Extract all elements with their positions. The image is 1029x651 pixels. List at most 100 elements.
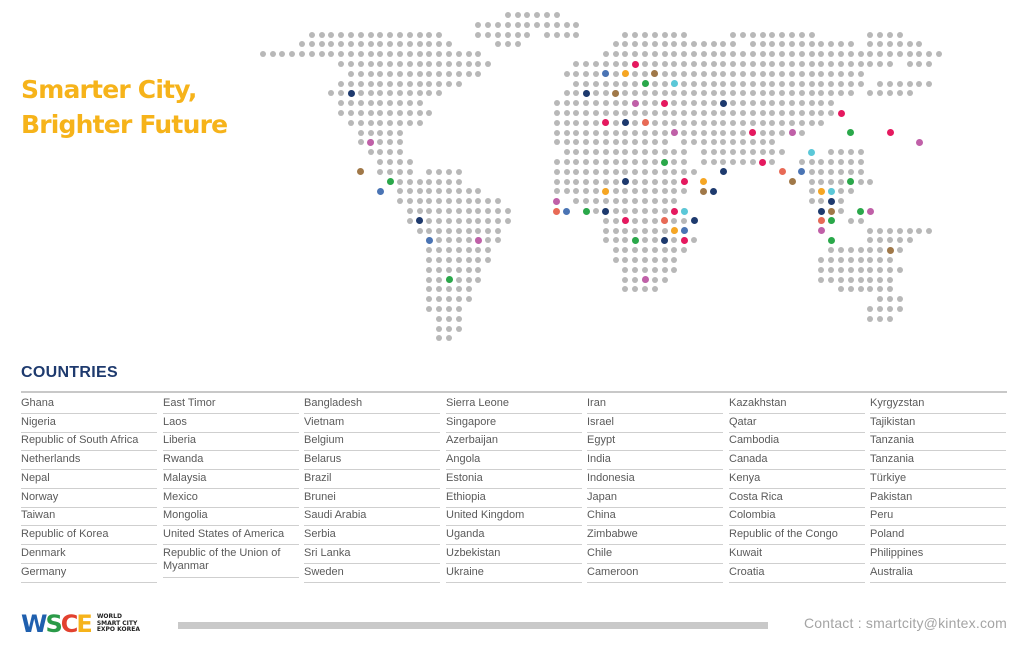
- map-dot: [671, 188, 678, 195]
- map-dot: [426, 110, 433, 116]
- map-dot: [720, 80, 727, 87]
- map-dot: [553, 139, 560, 146]
- map-dot: [838, 70, 844, 77]
- map-dot: [416, 188, 423, 195]
- map-dot: [808, 61, 815, 67]
- map-dot: [455, 208, 462, 214]
- map-dot: [612, 257, 619, 263]
- logo-letter: W: [21, 610, 48, 638]
- map-dot: [348, 70, 354, 77]
- map-marker: [827, 217, 835, 225]
- map-dot: [730, 149, 737, 156]
- map-dot: [691, 61, 697, 67]
- map-dot: [485, 208, 492, 214]
- map-dot: [563, 110, 570, 116]
- map-dot: [377, 61, 384, 67]
- map-dot: [749, 90, 756, 97]
- map-dot: [553, 31, 560, 38]
- map-dot: [387, 80, 394, 87]
- country-item: Kyrgyzstan: [870, 395, 1006, 414]
- country-item: Tanzania: [870, 451, 1006, 470]
- map-dot: [691, 129, 697, 136]
- map-dot: [387, 90, 394, 97]
- map-dot: [926, 227, 933, 234]
- map-dot: [847, 61, 854, 67]
- map-dot: [769, 139, 776, 146]
- map-dot: [661, 227, 668, 234]
- map-dot: [857, 80, 864, 87]
- country-item: Costa Rica: [729, 489, 865, 508]
- map-dot: [397, 119, 403, 126]
- wsce-logo: WSCE WORLD SMART CITY EXPO KOREA: [21, 611, 140, 637]
- map-dot: [828, 168, 835, 175]
- map-dot: [651, 286, 658, 293]
- map-dot: [612, 168, 619, 175]
- map-dot: [779, 90, 786, 97]
- map-dot: [857, 286, 864, 293]
- map-dot: [602, 90, 609, 97]
- map-dot: [406, 208, 413, 214]
- map-dot: [367, 129, 374, 136]
- map-dot: [397, 80, 403, 87]
- map-dot: [455, 217, 462, 224]
- map-dot: [691, 80, 697, 87]
- map-dot: [612, 129, 619, 136]
- map-dot: [720, 61, 727, 67]
- map-dot: [700, 149, 707, 156]
- map-dot: [749, 100, 756, 107]
- map-dot: [465, 276, 472, 283]
- map-dot: [465, 217, 472, 224]
- map-dot: [436, 315, 443, 322]
- map-dot: [808, 51, 815, 58]
- map-dot: [377, 159, 384, 165]
- map-dot: [406, 198, 413, 205]
- map-dot: [730, 110, 737, 116]
- map-dot: [798, 41, 805, 48]
- map-dot: [328, 31, 335, 38]
- map-dot: [789, 61, 795, 67]
- map-dot: [455, 286, 462, 293]
- map-dot: [632, 276, 639, 283]
- map-dot: [593, 119, 599, 126]
- map-dot: [838, 80, 844, 87]
- map-dot: [818, 41, 825, 48]
- map-dot: [857, 276, 864, 283]
- map-dot: [446, 61, 452, 67]
- map-dot: [906, 51, 913, 58]
- map-dot: [426, 276, 433, 283]
- map-dot: [436, 247, 443, 254]
- map-dot: [397, 100, 403, 107]
- map-dot: [867, 315, 874, 322]
- map-dot: [759, 139, 766, 146]
- map-marker: [857, 207, 865, 215]
- map-dot: [426, 61, 433, 67]
- map-dot: [553, 110, 560, 116]
- map-dot: [632, 208, 639, 214]
- map-dot: [377, 168, 384, 175]
- logo-letter: S: [45, 610, 62, 638]
- map-dot: [651, 198, 658, 205]
- map-dot: [426, 70, 433, 77]
- map-marker: [798, 168, 806, 176]
- map-marker: [719, 168, 727, 176]
- map-dot: [661, 178, 668, 185]
- map-dot: [593, 178, 599, 185]
- map-marker: [474, 236, 482, 244]
- map-dot: [700, 129, 707, 136]
- map-dot: [838, 178, 844, 185]
- map-dot: [593, 198, 599, 205]
- map-dot: [926, 61, 933, 67]
- map-dot: [808, 41, 815, 48]
- map-dot: [475, 188, 482, 195]
- map-dot: [661, 168, 668, 175]
- map-dot: [828, 178, 835, 185]
- contact-email[interactable]: Contact : smartcity@kintex.com: [804, 615, 1007, 631]
- map-dot: [808, 80, 815, 87]
- map-dot: [661, 188, 668, 195]
- map-dot: [877, 41, 884, 48]
- map-dot: [867, 276, 874, 283]
- map-dot: [720, 90, 727, 97]
- map-dot: [338, 61, 345, 67]
- map-dot: [632, 139, 639, 146]
- map-dot: [573, 178, 580, 185]
